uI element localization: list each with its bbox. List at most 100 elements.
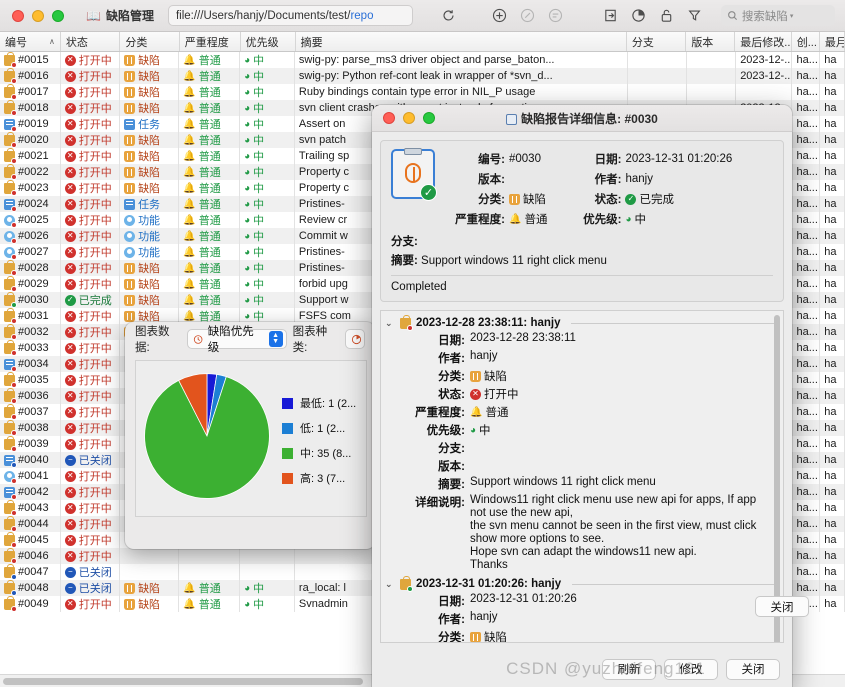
cell-status-text: 打开中 <box>78 247 112 259</box>
summary-fields-left: 编号: #0030 版本: 分类: 缺陷 严重程度: 🔔 普通 <box>447 151 547 227</box>
close-window-button[interactable] <box>12 9 24 22</box>
cell-id-text: #0029 <box>18 278 49 290</box>
chevron-updown-icon[interactable]: ▲ ▼ <box>268 331 283 347</box>
cell-modified-text: 2023-12-... <box>740 70 793 82</box>
column-header-label: 摘要 <box>300 36 323 49</box>
refresh-button[interactable]: 刷新 <box>602 658 656 680</box>
cell-status: ✕ 打开中 <box>61 244 121 260</box>
window-controls[interactable] <box>10 9 64 22</box>
cell-creator: ha... <box>792 52 821 68</box>
cell-status: ✕ 打开中 <box>61 132 121 148</box>
export-icon[interactable] <box>599 5 623 27</box>
scrollbar-thumb[interactable] <box>3 678 363 685</box>
cell-status-text: 打开中 <box>78 103 112 115</box>
chart-icon[interactable] <box>627 5 651 27</box>
summary-right-field: 优先级: ◕ 中 <box>573 211 732 227</box>
cell-category-text: 缺陷 <box>138 183 161 195</box>
reload-icon[interactable] <box>440 5 457 27</box>
history-entry-header[interactable]: ⌄ 2023-12-28 23:38:11: hanjy <box>385 314 775 331</box>
column-header-status[interactable]: 状态 <box>61 32 121 51</box>
history-panel[interactable]: ⌄ 2023-12-28 23:38:11: hanjy 日期: 2023-12-28… <box>380 310 784 643</box>
column-header-id[interactable]: 编号 ∧ <box>0 32 61 51</box>
summary-right-field-text: hanjy <box>625 173 653 185</box>
bug-icon <box>124 134 136 146</box>
summary-right-field-label: 状态: <box>594 194 622 206</box>
history-entry-header[interactable]: ⌄ 2023-12-31 01:20:26: hanjy <box>385 575 775 592</box>
main-close-button[interactable]: 关闭 <box>755 596 809 617</box>
summary-right-field-text: 中 <box>634 214 647 226</box>
cell-id: #0019 <box>0 116 61 132</box>
chart-kind-select[interactable] <box>345 329 365 349</box>
column-header-creator[interactable]: 创... <box>792 32 820 51</box>
filter-icon[interactable] <box>683 5 707 27</box>
column-header-modified[interactable]: 最后修改... <box>735 32 792 51</box>
bell-icon: 🔔 <box>183 70 196 82</box>
cell-creator-text: ha... <box>796 518 818 530</box>
cell-last-text: ha <box>824 278 837 290</box>
cell-category: 缺陷 <box>120 84 180 100</box>
x-icon: ✕ <box>64 342 76 354</box>
cell-creator-text: ha... <box>796 406 818 418</box>
summary-left-field-text: #0030 <box>509 153 541 165</box>
history-field-value: hanjy <box>470 611 775 623</box>
cell-creator: ha... <box>792 564 821 580</box>
cell-category: 缺陷 <box>120 596 180 612</box>
scrollbar-thumb[interactable] <box>774 315 780 642</box>
cell-priority: ◕中 <box>240 212 295 228</box>
cell-severity: 🔔普通 <box>179 596 241 612</box>
column-header-version[interactable]: 版本 <box>686 32 736 51</box>
column-header-label: 严重程度 <box>184 36 229 49</box>
chevron-down-icon[interactable]: ▾ <box>790 12 794 20</box>
chevron-down-icon[interactable]: ⌄ <box>385 318 395 329</box>
cell-last: ha <box>820 372 845 388</box>
cell-status: − 已关闭 <box>61 564 121 580</box>
minimize-window-button[interactable] <box>32 9 44 22</box>
cell-status-text: 打开中 <box>78 327 112 339</box>
cell-status-text: 打开中 <box>78 487 112 499</box>
cell-summary-text: swig-py: Python ref-cont leak in wrapper… <box>298 70 553 82</box>
cell-last: ha <box>820 196 845 212</box>
cell-creator: ha... <box>792 196 821 212</box>
column-header-category[interactable]: 分类 <box>120 32 180 51</box>
chevron-down-icon[interactable]: ⌄ <box>385 579 395 590</box>
cell-creator-text: ha... <box>796 182 818 194</box>
column-header-branch[interactable]: 分支 <box>627 32 687 51</box>
cell-status-text: 打开中 <box>78 407 112 419</box>
cell-last-text: ha <box>824 198 837 210</box>
status-dot-icon <box>11 349 17 356</box>
chart-data-select[interactable]: 缺陷优先级 ▲ ▼ <box>187 326 287 354</box>
column-header-summary[interactable]: 摘要 <box>296 32 627 51</box>
lock-icon <box>4 420 17 436</box>
column-header-priority[interactable]: 优先级 <box>241 32 296 51</box>
status-dot-icon <box>407 324 413 331</box>
clock-icon: ◕ <box>244 230 251 242</box>
repository-path-field[interactable]: file:///Users/hanjy/Documents/test/repo <box>167 5 413 26</box>
cell-last: ha <box>820 164 845 180</box>
status-dot-icon <box>11 141 17 148</box>
modify-button[interactable]: 修改 <box>664 658 718 680</box>
cell-modified: 2023-12-... <box>736 52 793 68</box>
search-input[interactable]: 搜索缺陷 ▾ <box>720 5 835 26</box>
bell-icon: 🔔 <box>183 150 196 162</box>
x-icon: ✕ <box>64 198 76 210</box>
cell-creator-text: ha... <box>796 566 818 578</box>
table-row[interactable]: #0017 ✕ 打开中 缺陷 🔔 普通 ◕ 中 Ruby bindings contain ty… <box>0 84 845 100</box>
history-entry: ⌄ 2023-12-31 01:20:26: hanjy 日期: 2023-12-31… <box>385 575 775 642</box>
x-icon: ✕ <box>64 278 76 290</box>
cell-severity-text: 普通 <box>198 279 221 291</box>
detail-close-button[interactable]: 关闭 <box>726 658 780 680</box>
add-icon[interactable] <box>488 5 512 27</box>
history-scrollbar[interactable] <box>773 315 781 642</box>
table-row[interactable]: #0015 ✕ 打开中 缺陷 🔔 普通 ◕ 中 swig-py: parse_ms3 drive… <box>0 52 845 68</box>
cell-creator: ha... <box>792 340 821 356</box>
lock-icon[interactable] <box>655 5 679 27</box>
cell-priority-text: 中 <box>253 151 265 163</box>
maximize-window-button[interactable] <box>52 9 64 22</box>
table-row[interactable]: #0016 ✕ 打开中 缺陷 🔔 普通 ◕ 中 swig-py: Python ref-cont… <box>0 68 845 84</box>
cell-priority-text: 中 <box>253 599 265 611</box>
list-icon <box>544 5 568 27</box>
column-header-severity[interactable]: 严重程度 <box>180 32 241 51</box>
cell-creator-text: ha... <box>796 54 818 66</box>
bug-icon <box>124 102 136 114</box>
column-header-last[interactable]: 最月 <box>820 32 845 51</box>
